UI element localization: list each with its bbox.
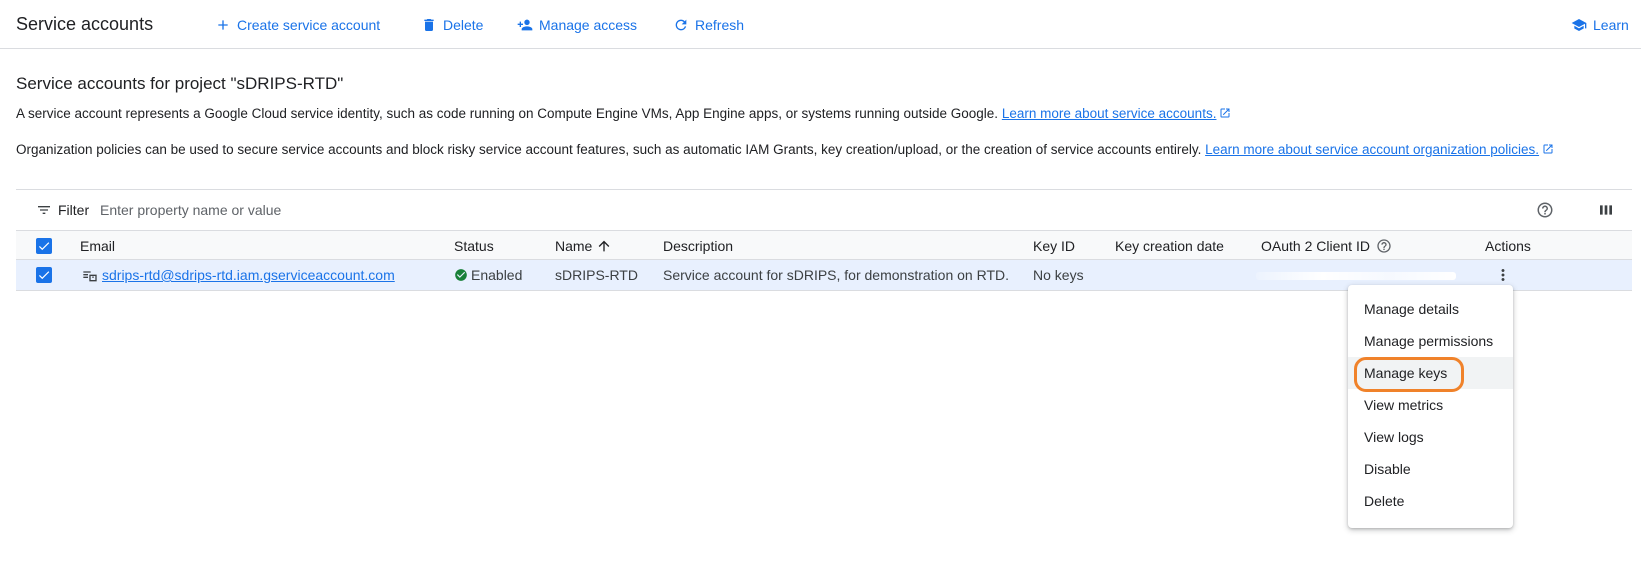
table-header: Email Status Name Description Key ID Key… (16, 230, 1632, 260)
key-id-value: No keys (1033, 267, 1084, 283)
actions-menu: Manage details Manage permissions Manage… (1348, 285, 1513, 528)
column-header-name-label: Name (555, 238, 593, 254)
delete-button[interactable]: Delete (421, 14, 483, 36)
external-link-icon (1542, 143, 1554, 155)
description-text-2: Organization policies can be used to sec… (16, 142, 1202, 157)
check-icon (38, 242, 50, 251)
redacted-oauth-client-id (1256, 272, 1456, 280)
more-vert-icon[interactable] (1494, 266, 1512, 284)
external-link-icon (1219, 107, 1231, 119)
check-icon (38, 271, 50, 280)
manage-access-label: Manage access (539, 17, 638, 33)
create-service-account-button[interactable]: Create service account (215, 14, 380, 36)
filter-input[interactable] (100, 199, 700, 221)
learn-button[interactable]: Learn (1571, 14, 1629, 36)
filter-icon (38, 206, 50, 214)
help-icon[interactable] (1536, 201, 1554, 219)
filter-label: Filter (58, 202, 90, 218)
plus-icon (218, 20, 228, 30)
sort-ascending-icon (599, 240, 610, 252)
row-checkbox[interactable] (36, 267, 52, 283)
learn-more-service-accounts-link[interactable]: Learn more about service accounts. (1002, 106, 1217, 121)
status-badge: Enabled (454, 267, 522, 283)
status-text: Enabled (471, 267, 523, 283)
service-account-icon (83, 271, 97, 282)
account-name: sDRIPS-RTD (555, 267, 638, 283)
service-account-email-link[interactable]: sdrips-rtd@sdrips-rtd.iam.gserviceaccoun… (102, 267, 395, 283)
account-description: Service account for sDRIPS, for demonstr… (663, 267, 1009, 283)
section-heading: Service accounts for project "sDRIPS-RTD… (16, 74, 344, 93)
learn-more-org-policies-link[interactable]: Learn more about service account organiz… (1205, 142, 1539, 157)
manage-access-button[interactable]: Manage access (517, 14, 637, 36)
column-header-key-creation-date[interactable]: Key creation date (1115, 238, 1224, 254)
menu-item-manage-details[interactable]: Manage details (1348, 293, 1513, 325)
filter-bar: Filter (16, 189, 1632, 231)
delete-label: Delete (443, 17, 484, 33)
refresh-label: Refresh (695, 17, 745, 33)
help-icon[interactable] (1376, 238, 1392, 254)
menu-item-disable[interactable]: Disable (1348, 453, 1513, 485)
top-toolbar: Service accounts Create service account … (0, 0, 1641, 49)
column-header-key-id[interactable]: Key ID (1033, 238, 1075, 254)
column-display-icon[interactable] (1598, 202, 1614, 218)
learn-label: Learn (1593, 17, 1629, 33)
column-header-status[interactable]: Status (454, 238, 494, 254)
column-header-description[interactable]: Description (663, 238, 733, 254)
description-text-1: A service account represents a Google Cl… (16, 106, 999, 121)
refresh-button[interactable]: Refresh (673, 14, 744, 36)
menu-item-view-metrics[interactable]: View metrics (1348, 389, 1513, 421)
column-header-oauth-client-id[interactable]: OAuth 2 Client ID (1261, 238, 1392, 254)
menu-item-delete[interactable]: Delete (1348, 485, 1513, 517)
create-service-account-label: Create service account (237, 17, 381, 33)
filter-button[interactable]: Filter (36, 202, 89, 218)
check-circle-icon (455, 269, 467, 281)
column-header-oauth-label: OAuth 2 Client ID (1261, 238, 1370, 254)
person-add-icon (517, 19, 533, 31)
column-header-name[interactable]: Name (555, 238, 612, 254)
menu-item-view-logs[interactable]: View logs (1348, 421, 1513, 453)
column-header-email[interactable]: Email (80, 238, 115, 254)
page-title: Service accounts (16, 14, 154, 34)
refresh-icon (675, 19, 687, 31)
description-service-accounts: A service account represents a Google Cl… (16, 106, 1231, 121)
description-org-policies: Organization policies can be used to sec… (16, 142, 1554, 157)
menu-item-manage-permissions[interactable]: Manage permissions (1348, 325, 1513, 357)
trash-icon (424, 19, 434, 31)
school-icon (1571, 19, 1587, 31)
column-header-actions: Actions (1485, 238, 1531, 254)
select-all-checkbox[interactable] (36, 238, 52, 254)
highlight-annotation-ring (1354, 357, 1464, 392)
